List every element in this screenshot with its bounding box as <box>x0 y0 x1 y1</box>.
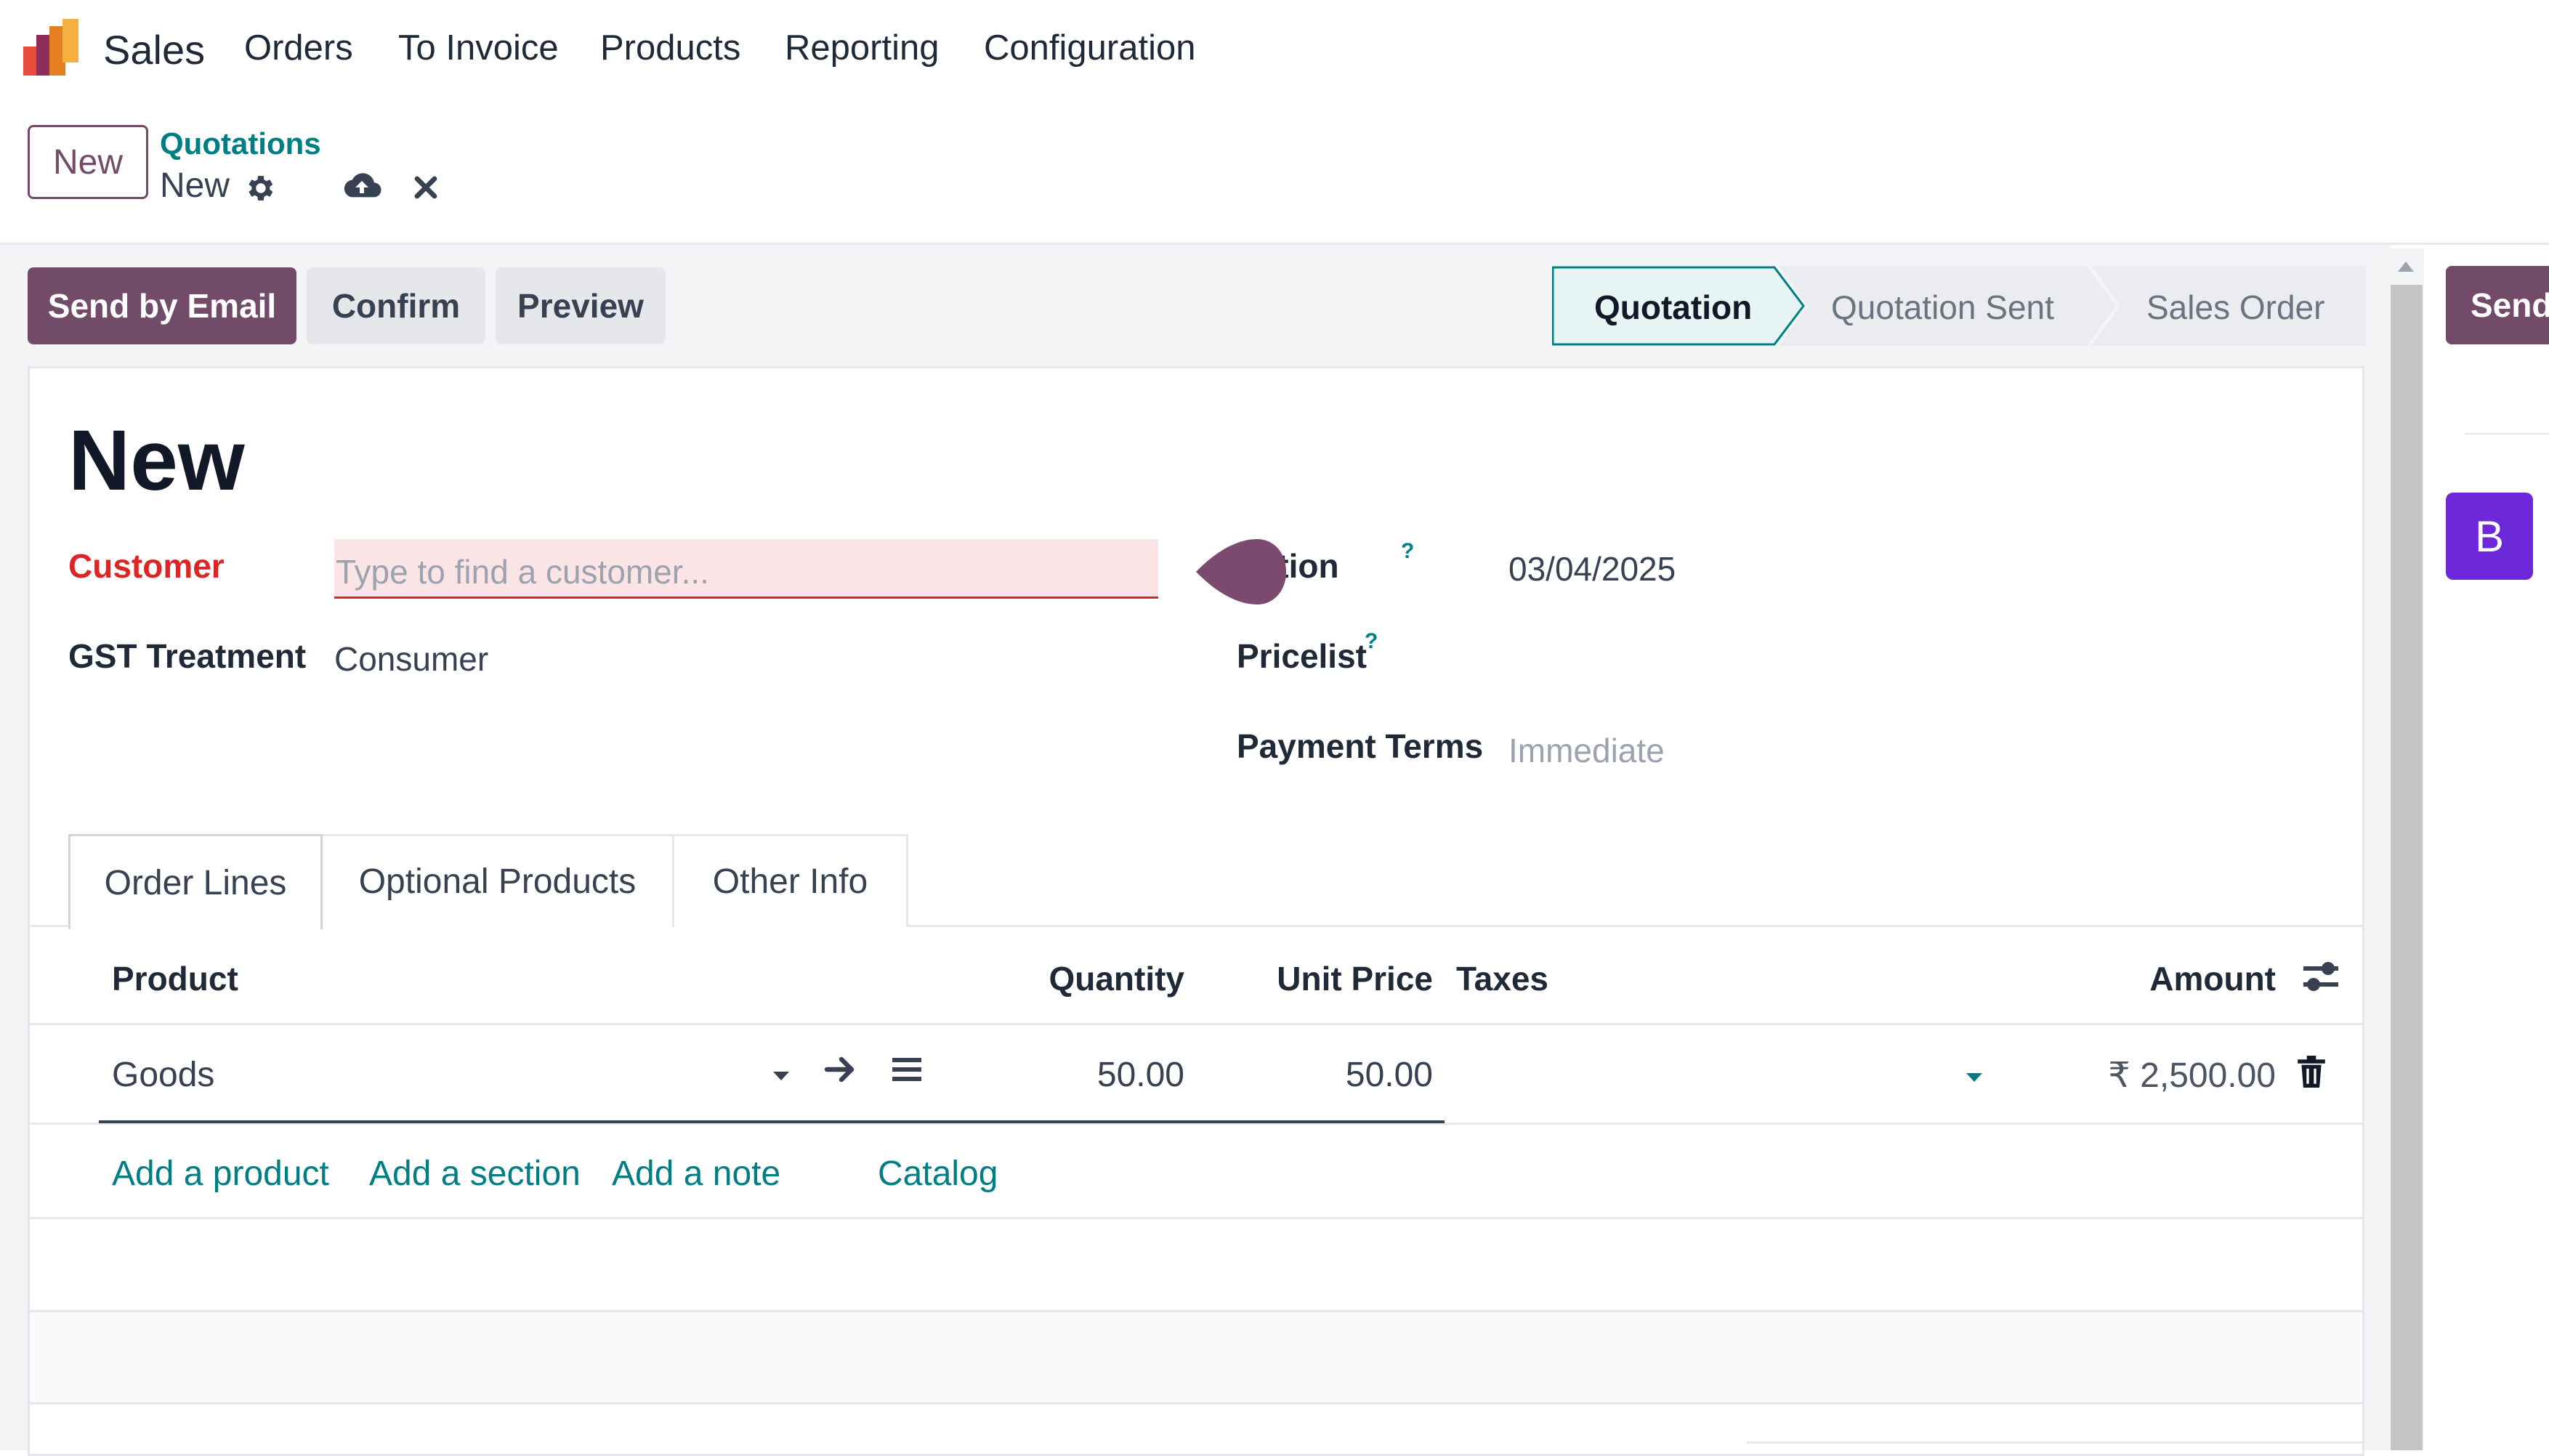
tab-order-lines[interactable]: Order Lines <box>68 834 323 929</box>
top-navbar <box>0 0 2549 102</box>
breadcrumb-quotations[interactable]: Quotations <box>160 126 321 161</box>
column-header-product[interactable]: Product <box>112 959 238 998</box>
table-header-divider <box>28 1023 2364 1025</box>
cursor-highlight <box>1196 539 1286 604</box>
pricelist-help-icon[interactable]: ? <box>1365 629 1378 654</box>
payment-terms-label: Payment Terms <box>1237 727 1484 765</box>
payment-terms-field[interactable]: Immediate <box>1508 731 1665 770</box>
avatar[interactable]: B <box>2446 493 2533 580</box>
tab-optional-products[interactable]: Optional Products <box>323 834 674 927</box>
row-product-cell[interactable]: Goods <box>112 1055 214 1095</box>
chatter-divider <box>2465 433 2549 434</box>
new-record-button[interactable]: New <box>28 125 148 199</box>
expiration-help-icon[interactable]: ? <box>1401 539 1414 564</box>
scrollbar-thumb[interactable] <box>2391 285 2423 1450</box>
app-logo-icon[interactable] <box>23 19 80 76</box>
totals-divider <box>1747 1441 2364 1444</box>
chevron-down-icon[interactable] <box>1963 1069 1985 1084</box>
row-edit-underline <box>99 1120 1445 1123</box>
close-icon[interactable] <box>411 173 440 202</box>
customer-label: Customer <box>68 547 225 585</box>
gst-treatment-label: GST Treatment <box>68 637 307 675</box>
gear-icon[interactable] <box>243 171 276 205</box>
confirm-button[interactable]: Confirm <box>307 267 485 344</box>
expiration-date-field[interactable]: 03/04/2025 <box>1508 549 1676 589</box>
pricelist-label: Pricelist <box>1237 637 1367 675</box>
catalog-link[interactable]: Catalog <box>878 1154 998 1194</box>
chevron-up-icon[interactable] <box>2395 259 2417 275</box>
tab-other-info[interactable]: Other Info <box>674 834 908 927</box>
add-section-link[interactable]: Add a section <box>369 1154 581 1194</box>
stage-sales-order[interactable]: Sales Order <box>2146 288 2324 327</box>
app-name[interactable]: Sales <box>103 26 205 73</box>
cloud-upload-icon[interactable] <box>342 170 382 203</box>
add-note-link[interactable]: Add a note <box>612 1154 780 1194</box>
menu-configuration[interactable]: Configuration <box>984 28 1195 68</box>
trash-icon[interactable] <box>2296 1055 2327 1088</box>
status-bar: Quotation Quotation Sent Sales Order <box>1552 266 2366 346</box>
customer-input[interactable] <box>334 539 1158 599</box>
column-header-taxes[interactable]: Taxes <box>1456 959 1548 998</box>
row-amount-cell: ₹ 2,500.00 <box>2108 1056 2276 1095</box>
row-divider <box>28 1402 2364 1404</box>
row-unit-price-cell[interactable]: 50.00 <box>1250 1055 1433 1095</box>
gst-treatment-value[interactable]: Consumer <box>334 639 488 679</box>
menu-orders[interactable]: Orders <box>244 28 353 68</box>
preview-button[interactable]: Preview <box>496 267 666 344</box>
empty-table-row <box>30 1219 2362 1310</box>
add-product-link[interactable]: Add a product <box>112 1154 329 1194</box>
column-header-unit-price[interactable]: Unit Price <box>1250 959 1433 998</box>
menu-products[interactable]: Products <box>600 28 740 68</box>
stage-quotation[interactable]: Quotation <box>1594 288 1752 327</box>
column-header-quantity[interactable]: Quantity <box>1017 959 1184 998</box>
column-header-amount[interactable]: Amount <box>2071 959 2276 998</box>
stage-quotation-sent[interactable]: Quotation Sent <box>1831 288 2054 327</box>
list-icon[interactable] <box>891 1055 923 1084</box>
arrow-right-icon[interactable] <box>824 1055 859 1084</box>
empty-table-row <box>30 1312 2362 1402</box>
record-title: New <box>68 413 245 509</box>
row-quantity-cell[interactable]: 50.00 <box>1017 1055 1184 1095</box>
menu-reporting[interactable]: Reporting <box>785 28 939 68</box>
menu-to-invoice[interactable]: To Invoice <box>398 28 559 68</box>
chevron-down-icon[interactable] <box>770 1068 792 1083</box>
send-by-email-button[interactable]: Send by Email <box>28 267 296 344</box>
breadcrumb-current: New <box>160 166 230 205</box>
sliders-icon[interactable] <box>2300 958 2341 995</box>
chatter-send-message-button[interactable]: Send <box>2446 266 2549 344</box>
